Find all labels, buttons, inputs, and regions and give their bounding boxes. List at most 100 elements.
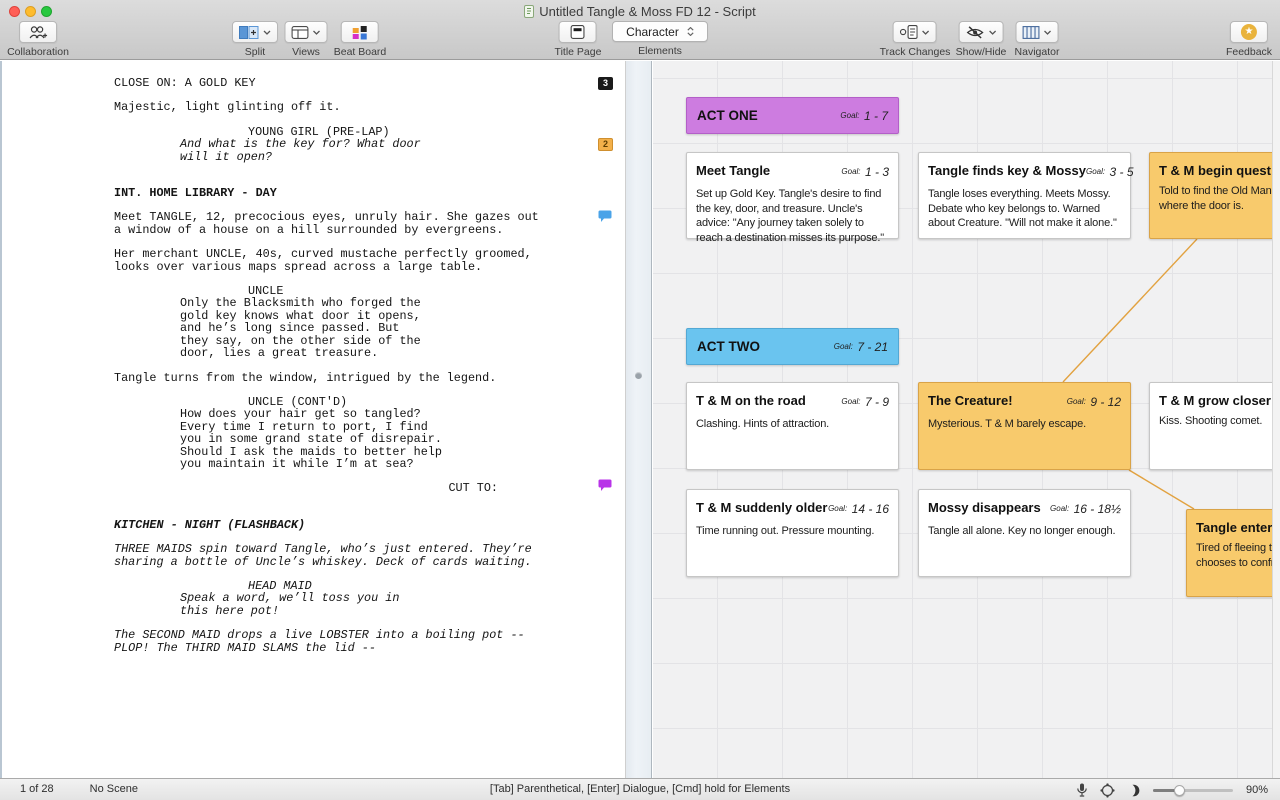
window-title: Untitled Tangle & Moss FD 12 - Script (539, 4, 756, 19)
act-goal: Goal: 7 - 21 (834, 338, 888, 356)
card-title: Tangle finds key & Mossy (928, 163, 1086, 178)
card-goal: Goal: 14 - 16 (828, 500, 889, 518)
toolbar-item-elements: Character Elements (612, 21, 708, 57)
toolbar-item-views: Views (285, 21, 328, 58)
card-body: Mysterious. T & M barely escape. (928, 417, 1121, 432)
toolbar-item-beat-board: Beat Board (334, 21, 387, 58)
card-title: T & M on the road (696, 393, 806, 408)
beat-card-the-creature[interactable]: The Creature! Goal: 9 - 12 Mysterious. T… (918, 382, 1131, 470)
views-icon (292, 26, 309, 39)
scene-heading: INT. HOME LIBRARY - DAY (114, 187, 550, 199)
beat-board-canvas[interactable]: ACT ONE Goal: 1 - 7 Meet Tangle Goal: 1 … (653, 61, 1272, 778)
title-page-button[interactable] (559, 21, 597, 43)
card-title: Tangle enters lair (1196, 520, 1272, 535)
card-title: The Creature! (928, 393, 1013, 408)
document-proxy-icon (524, 5, 534, 18)
track-changes-button[interactable] (893, 21, 937, 43)
track-changes-label: Track Changes (880, 46, 951, 58)
beat-card-on-the-road[interactable]: T & M on the road Goal: 7 - 9 Clashing. … (686, 382, 899, 470)
card-title: Mossy disappears (928, 500, 1041, 515)
views-button[interactable] (285, 21, 328, 43)
navigator-button[interactable] (1015, 21, 1058, 43)
chevron-down-icon (989, 30, 997, 35)
microphone-icon[interactable] (1077, 783, 1087, 797)
toolbar-item-collaboration: Collaboration (7, 21, 69, 58)
card-title: Meet Tangle (696, 163, 770, 178)
pane-splitter[interactable] (626, 61, 652, 778)
beat-board-pane[interactable]: ACT ONE Goal: 1 - 7 Meet Tangle Goal: 1 … (653, 61, 1280, 778)
beat-card-begin-quest[interactable]: T & M begin quest Told to find the Old M… (1149, 152, 1272, 239)
card-body: Tired of fleeing the Creature, Tangle ch… (1196, 541, 1272, 570)
beat-board-button[interactable] (341, 21, 379, 43)
act-goal: Goal: 1 - 7 (840, 107, 888, 125)
toolbar-item-title-page: Title Page (555, 21, 602, 58)
beat-card-mossy-disappears[interactable]: Mossy disappears Goal: 16 - 18½ Tangle a… (918, 489, 1131, 577)
split-button[interactable] (232, 21, 278, 43)
views-label: Views (292, 46, 320, 58)
title-page-icon (571, 25, 585, 39)
toolbar-item-track-changes: Track Changes (880, 21, 951, 58)
toolbar-item-navigator: Navigator (1015, 21, 1060, 58)
navigator-label: Navigator (1015, 46, 1060, 58)
card-body: Set up Gold Key. Tangle's desire to find… (696, 187, 889, 245)
navigator-icon (1022, 26, 1039, 39)
beat-card-meet-tangle[interactable]: Meet Tangle Goal: 1 - 3 Set up Gold Key.… (686, 152, 899, 239)
act-card-one[interactable]: ACT ONE Goal: 1 - 7 (686, 97, 899, 134)
night-mode-icon[interactable] (1128, 784, 1140, 797)
scene-number-badge[interactable]: 3 (598, 77, 613, 90)
act-card-two[interactable]: ACT TWO Goal: 7 - 21 (686, 328, 899, 365)
beat-board-icon (352, 25, 368, 40)
card-goal: Goal: 3 - 5 (1086, 163, 1134, 181)
chevron-down-icon (1043, 30, 1051, 35)
show-hide-label: Show/Hide (956, 46, 1007, 58)
card-title: T & M grow closer (1159, 393, 1271, 408)
toolbar-item-show-hide: Show/Hide (956, 21, 1007, 58)
note-badge[interactable]: 2 (598, 138, 613, 151)
collaboration-label: Collaboration (7, 46, 69, 58)
elements-selected-value: Character (626, 25, 679, 39)
transition: CUT TO: (114, 482, 550, 494)
collaboration-button[interactable] (19, 21, 57, 43)
action: Her merchant UNCLE, 40s, curved mustache… (114, 248, 550, 273)
script-page[interactable]: CLOSE ON: A GOLD KEY Majestic, light gli… (2, 61, 625, 778)
card-body: Tangle all alone. Key no longer enough. (928, 524, 1121, 539)
blue-flag-icon[interactable] (598, 210, 612, 223)
beat-card-grow-closer[interactable]: T & M grow closer Kiss. Shooting comet. (1149, 382, 1272, 470)
star-icon: ★ (1241, 24, 1257, 40)
toolbar-item-feedback: ★ Feedback (1226, 21, 1272, 58)
stepper-chevrons-icon (687, 27, 694, 36)
card-body: Time running out. Pressure mounting. (696, 524, 889, 539)
beat-board-scrollbar[interactable] (1272, 61, 1280, 778)
card-body: Clashing. Hints of attraction. (696, 417, 889, 432)
act-title: ACT ONE (697, 108, 758, 123)
card-title: T & M suddenly older (696, 500, 827, 515)
elements-label: Elements (638, 45, 682, 57)
action: Tangle turns from the window, intrigued … (114, 372, 550, 384)
action: Meet TANGLE, 12, precocious eyes, unruly… (114, 211, 550, 236)
purple-flag-icon[interactable] (598, 479, 612, 492)
beat-card-enters-lair[interactable]: Tangle enters lair Tired of fleeing the … (1186, 509, 1272, 597)
zoom-slider[interactable] (1153, 784, 1233, 796)
track-changes-icon (900, 25, 918, 39)
script-editor-pane[interactable]: CLOSE ON: A GOLD KEY Majestic, light gli… (0, 61, 626, 778)
main-content: CLOSE ON: A GOLD KEY Majestic, light gli… (0, 61, 1280, 778)
action: Majestic, light glinting off it. (114, 101, 550, 113)
feedback-button[interactable]: ★ (1230, 21, 1268, 43)
show-hide-button[interactable] (959, 21, 1004, 43)
zoom-slider-knob[interactable] (1174, 785, 1185, 796)
collaboration-icon (27, 25, 50, 40)
card-body: Told to find the Old Man. He knows where… (1159, 184, 1272, 213)
eye-slash-icon (966, 26, 985, 39)
focus-mode-icon[interactable] (1100, 783, 1115, 798)
action: The SECOND MAID drops a live LOBSTER int… (114, 629, 550, 654)
beat-board-label: Beat Board (334, 46, 387, 58)
beat-card-suddenly-older[interactable]: T & M suddenly older Goal: 14 - 16 Time … (686, 489, 899, 577)
beat-card-finds-key[interactable]: Tangle finds key & Mossy Goal: 3 - 5 Tan… (918, 152, 1131, 239)
chevron-down-icon (922, 30, 930, 35)
dialogue: Speak a word, we’ll toss you in this her… (180, 592, 452, 617)
splitter-handle-icon[interactable] (635, 372, 642, 379)
card-goal: Goal: 9 - 12 (1067, 393, 1121, 411)
elements-select[interactable]: Character (612, 21, 708, 42)
split-icon (239, 26, 259, 39)
dialogue: Only the Blacksmith who forged the gold … (180, 297, 452, 359)
